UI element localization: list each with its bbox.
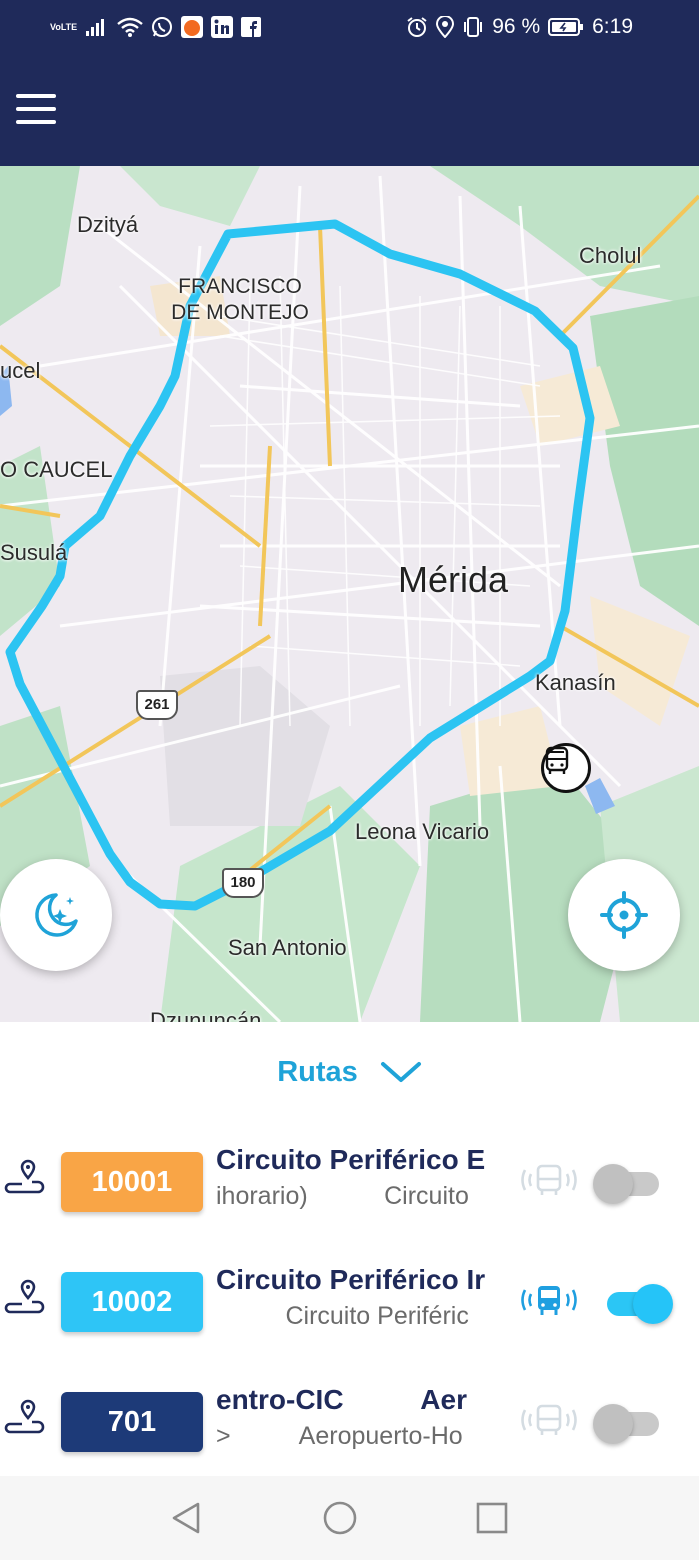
map-label-leona-vicario: Leona Vicario (355, 819, 490, 844)
bus-location-marker[interactable] (541, 743, 591, 793)
bus-icon (545, 746, 569, 774)
map-label-francisco-de-montejo: FRANCISCO DE MONTEJO (171, 275, 309, 324)
bus-inactive-icon (517, 1158, 581, 1202)
bus-inactive-icon (517, 1398, 581, 1442)
route-number-badge[interactable]: 10002 (61, 1272, 203, 1332)
route-description: Circuito Periféric (216, 1302, 469, 1330)
map-label-ciudad-caucel: O CAUCEL (0, 457, 113, 482)
status-bar: Vo LTE 96 % 6:19 (0, 0, 699, 54)
routes-title: Rutas (277, 1055, 358, 1088)
home-icon[interactable] (322, 1500, 358, 1536)
route-description: > Aeropuerto-Ho (216, 1422, 463, 1450)
map-label-susula: Susulá (0, 540, 68, 565)
route-map-pin-icon[interactable] (2, 1398, 46, 1438)
route-text[interactable]: Circuito Periférico Ir Circuito Periféri… (216, 1262, 497, 1342)
routes-sheet: Rutas 10001 Circuito Periférico E ihorar… (0, 1022, 699, 1476)
battery-icon (548, 17, 584, 37)
status-bar-right: 96 % 6:19 (406, 14, 633, 40)
map-label-dzununcan: Dzununcán (150, 1008, 262, 1022)
route-row-10002[interactable]: 10002 Circuito Periférico Ir Circuito Pe… (0, 1246, 699, 1346)
signal-icon (85, 17, 109, 37)
night-mode-button[interactable] (0, 859, 112, 971)
route-text[interactable]: Circuito Periférico E ihorario) Circuito (216, 1142, 497, 1222)
chevron-down-icon (380, 1062, 421, 1082)
route-number-badge[interactable]: 10001 (61, 1152, 203, 1212)
highway-shield-261: 261 (136, 690, 178, 720)
route-name: entro-CIC Aer (216, 1384, 467, 1415)
route-visibility-toggle[interactable] (593, 1404, 673, 1444)
route-visibility-toggle[interactable] (593, 1284, 673, 1324)
map-label-san-antonio: San Antonio (228, 935, 347, 960)
route-name: Circuito Periférico Ir (216, 1264, 486, 1295)
vibrate-icon (462, 16, 484, 38)
battery-percent: 96 % (492, 15, 541, 38)
route-row-10001[interactable]: 10001 Circuito Periférico E ihorario) Ci… (0, 1126, 699, 1226)
route-description: ihorario) Circuito (216, 1182, 469, 1210)
map-label-merida: Mérida (398, 559, 509, 600)
bus-active-icon (517, 1278, 581, 1322)
back-icon[interactable] (168, 1500, 204, 1536)
volte-icon: Vo LTE (50, 21, 78, 32)
location-icon (436, 16, 455, 38)
wifi-icon (117, 17, 143, 37)
app-bar (0, 54, 699, 166)
crosshair-icon (600, 891, 648, 939)
whatsapp-icon (151, 16, 173, 38)
route-map-pin-icon[interactable] (2, 1158, 46, 1198)
recent-apps-icon[interactable] (474, 1500, 510, 1536)
route-number-badge[interactable]: 701 (61, 1392, 203, 1452)
facebook-icon (241, 17, 262, 37)
linkedin-icon (211, 16, 234, 38)
map-label-cholul: Cholul (579, 243, 642, 268)
routes-toggle[interactable]: Rutas (0, 1052, 699, 1092)
system-nav-bar (0, 1476, 699, 1560)
route-name: Circuito Periférico E (216, 1144, 486, 1175)
route-map-pin-icon[interactable] (2, 1278, 46, 1318)
hamburger-menu-icon[interactable] (16, 94, 56, 124)
route-text[interactable]: entro-CIC Aer > Aeropuerto-Ho (216, 1382, 497, 1462)
map-label-dzitya: Dzityá (77, 212, 139, 237)
route-visibility-toggle[interactable] (593, 1164, 673, 1204)
app-notification-icon (181, 16, 204, 38)
moon-stars-icon (35, 893, 78, 937)
route-row-701[interactable]: 701 entro-CIC Aer > Aeropuerto-Ho (0, 1366, 699, 1466)
map-label-kanasin: Kanasín (535, 670, 616, 695)
status-bar-left: Vo LTE (50, 14, 262, 40)
clock: 6:19 (592, 15, 633, 38)
highway-shield-180: 180 (222, 868, 264, 898)
alarm-icon (406, 16, 428, 38)
my-location-button[interactable] (568, 859, 680, 971)
map-label-caucel: ucel (0, 358, 41, 383)
